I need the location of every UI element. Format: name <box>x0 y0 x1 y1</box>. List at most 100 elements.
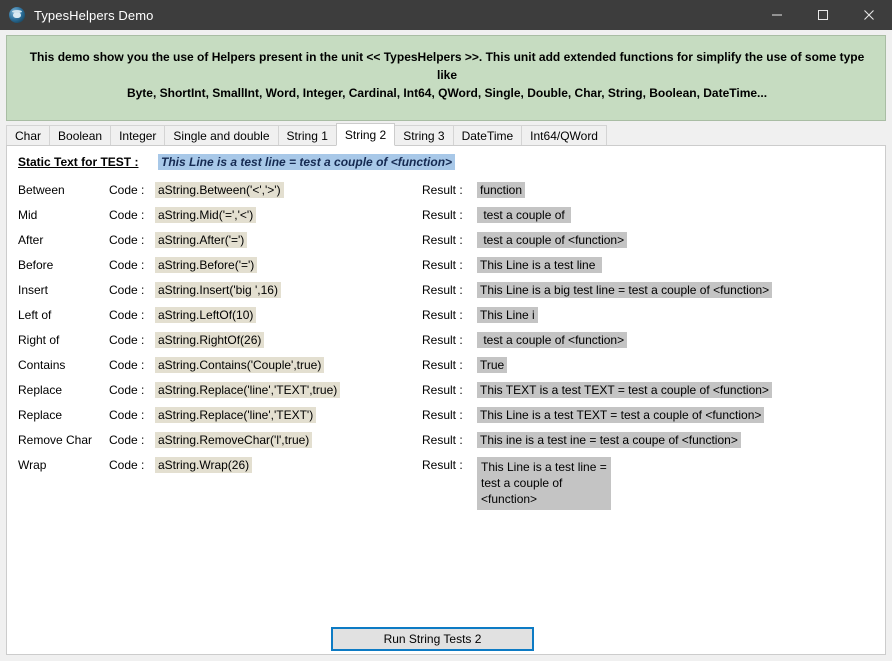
test-name-label: Wrap <box>18 458 47 472</box>
string-test-row: Left of Code : aString.LeftOf(10) Result : T… <box>7 304 885 329</box>
string-test-row: Replace Code : aString.Replace('line','TEX… <box>7 404 885 429</box>
tab-boolean[interactable]: Boolean <box>49 125 112 146</box>
result-caption: Result : <box>422 233 463 247</box>
string-test-row: After Code : aString.After('=') Result : te… <box>7 229 885 254</box>
tab-label: String 2 <box>344 127 387 142</box>
string-test-row: Remove Char Code : aString.RemoveChar('l',… <box>7 429 885 454</box>
tab-integer[interactable]: Integer <box>110 125 166 146</box>
code-value: aString.Replace('line','TEXT',true) <box>155 382 341 398</box>
result-value: test a couple of <box>477 207 572 223</box>
string-test-row: Before Code : aString.Before('=') Result : T… <box>7 254 885 279</box>
static-text-label: Static Text for TEST : <box>18 155 139 169</box>
test-name-label: Before <box>18 258 54 272</box>
tab-label: Single and double <box>173 129 270 143</box>
result-value: This Line is a test line = test a couple… <box>477 457 611 510</box>
code-caption: Code : <box>109 258 145 272</box>
string-test-row: Mid Code : aString.Mid('=','<') Result : te… <box>7 204 885 229</box>
code-caption: Code : <box>109 208 145 222</box>
tab-label: Int64/QWord <box>530 129 598 143</box>
code-value: aString.Between('<','>') <box>155 182 284 198</box>
window-controls <box>754 0 892 30</box>
tab-int64-qword[interactable]: Int64/QWord <box>521 125 607 146</box>
test-name-label: Between <box>18 183 65 197</box>
result-caption: Result : <box>422 433 463 447</box>
string-test-row: Between Code : aString.Between('<','>') Res… <box>7 179 885 204</box>
result-caption: Result : <box>422 258 463 272</box>
code-caption: Code : <box>109 458 145 472</box>
info-banner: This demo show you the use of Helpers pr… <box>6 35 886 121</box>
code-caption: Code : <box>109 408 145 422</box>
code-caption: Code : <box>109 183 145 197</box>
tab-char[interactable]: Char <box>6 125 51 146</box>
result-value: This ine is a test ine = test a coupe of… <box>477 432 741 448</box>
test-name-label: Replace <box>18 383 63 397</box>
tab-single-and-double[interactable]: Single and double <box>164 125 279 146</box>
info-banner-line-2: Byte, ShortInt, SmallInt, Word, Integer,… <box>126 86 768 100</box>
code-value: aString.Insert('big ',16) <box>155 282 281 298</box>
tab-string-3[interactable]: String 3 <box>394 125 454 146</box>
code-caption: Code : <box>109 308 145 322</box>
result-value: True <box>477 357 508 373</box>
info-banner-text: This demo show you the use of Helpers pr… <box>21 48 873 102</box>
tab-label: Integer <box>119 129 157 143</box>
close-icon[interactable] <box>846 0 892 30</box>
result-caption: Result : <box>422 308 463 322</box>
code-caption: Code : <box>109 358 145 372</box>
static-text-value: This Line is a test line = test a couple… <box>158 154 456 170</box>
test-name-label: Right of <box>18 333 60 347</box>
result-value: This TEXT is a test TEXT = test a couple… <box>477 382 772 398</box>
title-bar: TypesHelpers Demo <box>0 0 892 30</box>
code-value: aString.Replace('line','TEXT') <box>155 407 317 423</box>
code-value: aString.After('=') <box>155 232 248 248</box>
result-value: This Line is a test TEXT = test a couple… <box>477 407 765 423</box>
run-string-tests-2-button[interactable]: Run String Tests 2 <box>331 627 534 651</box>
tab-string-1[interactable]: String 1 <box>277 125 337 146</box>
result-value: function <box>477 182 526 198</box>
test-name-label: Remove Char <box>18 433 93 447</box>
string-test-row: Contains Code : aString.Contains('Couple',… <box>7 354 885 379</box>
maximize-icon[interactable] <box>800 0 846 30</box>
result-value: This Line i <box>477 307 538 323</box>
result-caption: Result : <box>422 283 463 297</box>
code-caption: Code : <box>109 433 145 447</box>
code-value: aString.Before('=') <box>155 257 258 273</box>
string-test-row: Wrap Code : aString.Wrap(26) Result : This L… <box>7 454 885 514</box>
info-banner-line-1: This demo show you the use of Helpers pr… <box>29 50 865 82</box>
tab-label: Boolean <box>58 129 103 143</box>
result-value: test a couple of <function> <box>477 232 628 248</box>
tab-page-string-2: Static Text for TEST : This Line is a te… <box>6 145 886 655</box>
test-name-label: Contains <box>18 358 66 372</box>
result-caption: Result : <box>422 333 463 347</box>
result-value: This Line is a big test line = test a co… <box>477 282 773 298</box>
code-value: aString.RemoveChar('l',true) <box>155 432 313 448</box>
result-caption: Result : <box>422 408 463 422</box>
test-name-label: Insert <box>18 283 49 297</box>
tab-label: DateTime <box>461 129 514 143</box>
minimize-icon[interactable] <box>754 0 800 30</box>
tab-label: String 1 <box>286 129 328 143</box>
app-paw-icon <box>9 7 25 23</box>
code-value: aString.LeftOf(10) <box>155 307 257 323</box>
client-area: This demo show you the use of Helpers pr… <box>0 30 892 661</box>
result-caption: Result : <box>422 358 463 372</box>
code-caption: Code : <box>109 333 145 347</box>
result-value: test a couple of <function> <box>477 332 628 348</box>
test-name-label: Mid <box>18 208 38 222</box>
result-caption: Result : <box>422 458 463 472</box>
tab-label: String 3 <box>403 129 445 143</box>
code-value: aString.Contains('Couple',true) <box>155 357 325 373</box>
code-value: aString.Wrap(26) <box>155 457 253 473</box>
window-title: TypesHelpers Demo <box>34 7 154 23</box>
test-name-label: Left of <box>18 308 52 322</box>
test-name-label: After <box>18 233 44 247</box>
tab-datetime[interactable]: DateTime <box>452 125 523 146</box>
result-caption: Result : <box>422 383 463 397</box>
code-caption: Code : <box>109 233 145 247</box>
string-test-row: Replace Code : aString.Replace('line','TEX… <box>7 379 885 404</box>
string-test-row: Insert Code : aString.Insert('big ',16) Res… <box>7 279 885 304</box>
code-caption: Code : <box>109 283 145 297</box>
result-value: This Line is a test line <box>477 257 602 273</box>
code-value: aString.Mid('=','<') <box>155 207 257 223</box>
tab-string-2[interactable]: String 2 <box>335 123 396 146</box>
string-test-row: Right of Code : aString.RightOf(26) Result … <box>7 329 885 354</box>
